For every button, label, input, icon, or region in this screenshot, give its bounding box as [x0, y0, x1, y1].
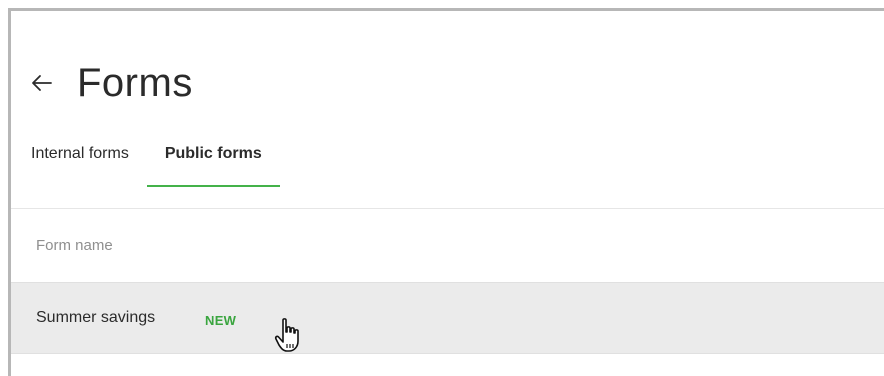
hand-pointer-icon	[274, 318, 299, 352]
tab-public-forms-label: Public forms	[164, 145, 262, 162]
page-header: Forms	[31, 53, 193, 113]
back-button[interactable]	[31, 63, 61, 103]
column-header-form-name: Form name	[36, 237, 113, 254]
forms-panel: Forms Internal forms Public forms Form n…	[8, 8, 884, 376]
new-badge: NEW	[205, 313, 237, 328]
page-title: Forms	[77, 60, 193, 105]
form-name: Summer savings	[36, 309, 156, 326]
divider	[11, 208, 884, 209]
tab-public-forms[interactable]: Public forms	[146, 139, 280, 187]
tab-bar: Internal forms Public forms	[31, 139, 280, 195]
arrow-left-icon	[32, 75, 52, 91]
active-tab-indicator	[146, 185, 280, 187]
table-row[interactable]: Summer savings NEW	[11, 282, 884, 354]
tab-internal-forms[interactable]: Internal forms	[31, 139, 129, 187]
